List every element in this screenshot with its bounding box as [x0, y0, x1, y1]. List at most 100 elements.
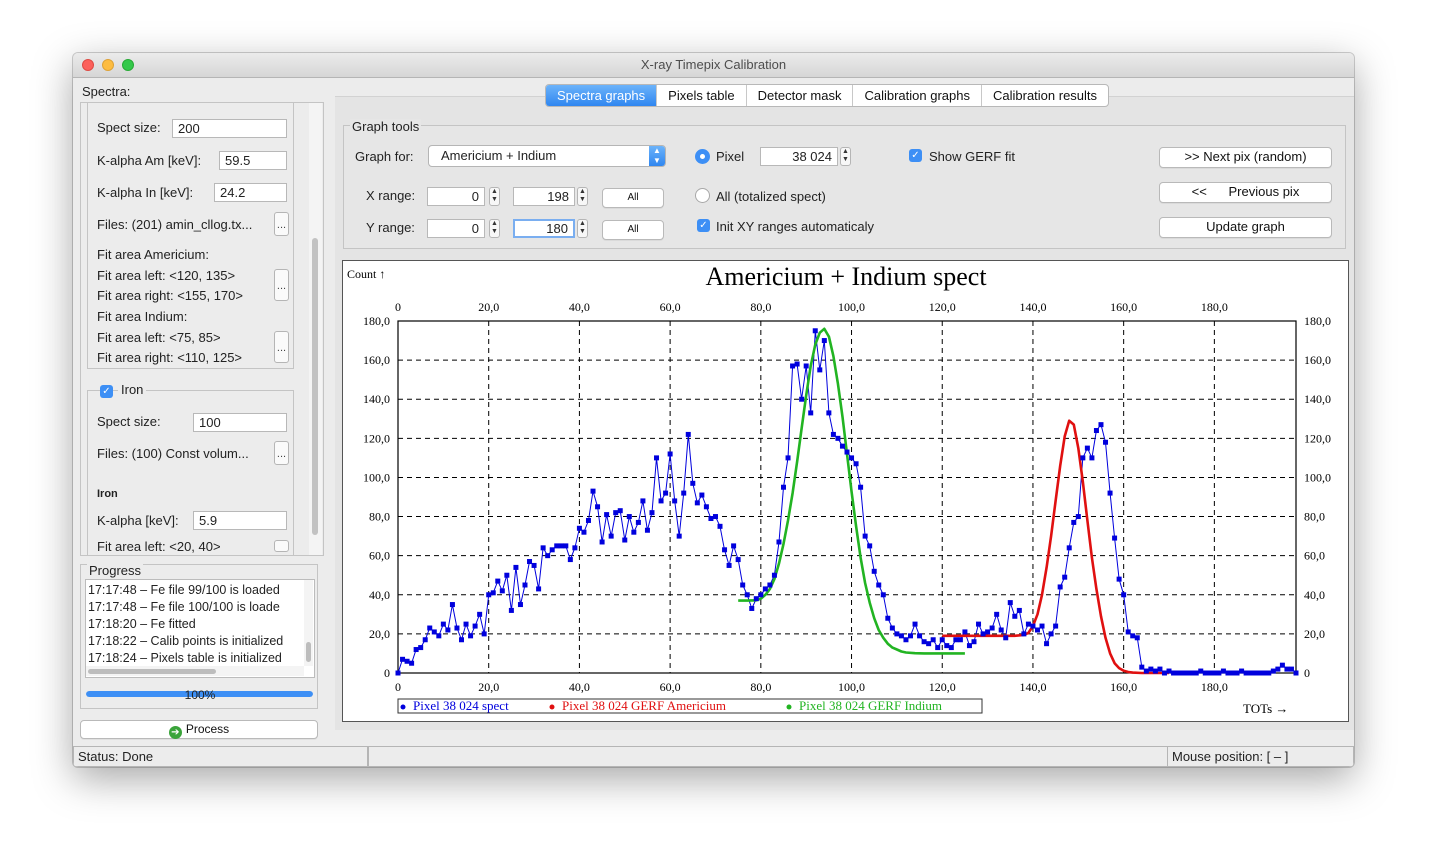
spect-data-point	[1239, 668, 1245, 674]
spect-data-point	[944, 643, 950, 649]
spect-data-point	[912, 621, 918, 627]
graph-for-select[interactable]: Americium + Indium ▲ ▼	[428, 145, 666, 167]
x-max-field[interactable]: 198	[513, 187, 575, 206]
spect-data-point	[1216, 670, 1222, 676]
pixel-field[interactable]: 38 024	[760, 147, 838, 166]
pixel-radio[interactable]	[695, 149, 710, 164]
spect-data-point	[907, 633, 913, 639]
spect-data-point	[1062, 574, 1068, 580]
update-graph-button[interactable]: Update graph	[1159, 217, 1332, 238]
spect-data-point	[576, 525, 582, 531]
spect-data-point	[939, 637, 945, 643]
spect-data-point	[1044, 641, 1050, 647]
spectrum-graph[interactable]: Americium + Indium spect Count ↑ TOTs → 0 0 2…	[342, 260, 1349, 722]
graph-for-value: Americium + Indium	[441, 148, 557, 163]
spect-data-point	[1171, 670, 1177, 676]
log-horizontal-scrollbar[interactable]	[86, 666, 304, 676]
log-vertical-scrollbar[interactable]	[304, 580, 313, 666]
title-bar: X-ray Timepix Calibration	[73, 53, 1354, 78]
iron-fit-edit-button[interactable]	[274, 540, 289, 552]
spect-data-point	[431, 629, 437, 635]
tab-detector-mask[interactable]: Detector mask	[745, 85, 853, 106]
spectra-scrollbar[interactable]	[309, 103, 322, 555]
spect-data-point	[749, 605, 755, 611]
spect-data-point	[1266, 670, 1272, 676]
spect-data-point	[477, 611, 483, 617]
pixel-spinner[interactable]: ▲ ▼	[840, 147, 851, 166]
all-totalized-radio[interactable]	[695, 188, 710, 203]
log-hscroll-thumb[interactable]	[88, 669, 216, 674]
spect-data-point	[880, 592, 886, 598]
x-max-spinner[interactable]: ▲ ▼	[577, 187, 588, 206]
spect-data-point	[1175, 670, 1181, 676]
process-button[interactable]: ➔ Process	[80, 720, 318, 739]
x-min-field[interactable]: 0	[427, 187, 485, 206]
init-xy-checkbox[interactable]: ✓	[697, 219, 710, 232]
tab-pixels-table[interactable]: Pixels table	[656, 85, 745, 106]
spect-data-point	[527, 559, 533, 565]
k-alpha-in-field[interactable]: 24.2	[214, 183, 287, 202]
spect-data-point	[867, 543, 873, 549]
fit-in-edit-button[interactable]: ...	[274, 331, 289, 363]
y-min-spinner[interactable]: ▲ ▼	[489, 219, 500, 238]
x-tick-label-top: 120,0	[929, 300, 956, 314]
spect-data-point	[1098, 422, 1104, 428]
spect-data-point	[712, 514, 718, 520]
x-range-all-button[interactable]: All	[602, 188, 664, 208]
spect-data-point	[1016, 607, 1022, 613]
spect-data-point	[735, 557, 741, 563]
show-gerf-checkbox[interactable]: ✓	[909, 149, 922, 162]
spect-data-point	[830, 431, 836, 437]
previous-pix-button[interactable]: << Previous pix	[1159, 182, 1332, 203]
spect-data-point	[499, 588, 505, 594]
x-min-spinner[interactable]: ▲ ▼	[489, 187, 500, 206]
spect-data-point	[513, 564, 519, 570]
progress-log: 17:17:48 – Fe file 99/100 is loaded 17:1…	[85, 579, 315, 678]
next-pix-button[interactable]: >> Next pix (random)	[1159, 147, 1332, 168]
y-min-field[interactable]: 0	[427, 219, 485, 238]
y-range-all-button[interactable]: All	[602, 220, 664, 240]
status-text: Status: Done	[73, 746, 368, 767]
spect-size-field[interactable]: 200	[172, 119, 287, 138]
iron-files-browse-button[interactable]: ...	[274, 441, 289, 465]
y-tick-label-right: 120,0	[1304, 431, 1331, 445]
y-max-spinner[interactable]: ▲ ▼	[577, 219, 588, 238]
spect-data-point	[808, 410, 814, 416]
spect-data-point	[1248, 670, 1254, 676]
fit-am-edit-button[interactable]: ...	[274, 269, 289, 301]
spect-data-point	[921, 639, 927, 645]
spect-data-point	[458, 637, 464, 643]
y-max-field[interactable]: 180	[513, 219, 575, 238]
spect-data-point	[1293, 670, 1299, 676]
k-alpha-in-label: K-alpha In [keV]:	[97, 185, 194, 200]
iron-spect-size-field[interactable]: 100	[193, 413, 287, 432]
spect-data-point	[1220, 668, 1226, 674]
spectra-scroll-thumb[interactable]	[312, 238, 318, 535]
iron-fit-area-left: Fit area left: <20, 40>	[97, 539, 221, 554]
spect-data-point	[1053, 623, 1059, 629]
spect-data-point	[1193, 670, 1199, 676]
spect-data-point	[794, 361, 800, 367]
files-browse-button[interactable]: ...	[274, 212, 289, 236]
iron-title: Iron	[118, 382, 147, 397]
x-tick-label-top: 0	[395, 300, 401, 314]
log-line: 17:18:24 – Pixels table is initialized	[88, 651, 282, 665]
k-alpha-am-field[interactable]: 59.5	[219, 151, 287, 170]
x-tick-label-top: 60,0	[660, 300, 681, 314]
tab-calibration-results[interactable]: Calibration results	[980, 85, 1108, 106]
iron-k-alpha-field[interactable]: 5.9	[193, 511, 287, 530]
spect-data-point	[971, 639, 977, 645]
spect-data-point	[1143, 668, 1149, 674]
spect-data-point	[1225, 670, 1231, 676]
legend-marker	[400, 704, 406, 710]
y-tick-label-right: 100,0	[1304, 470, 1331, 484]
tab-calibration-graphs[interactable]: Calibration graphs	[852, 85, 981, 106]
spect-data-point	[617, 508, 623, 514]
log-vscroll-thumb[interactable]	[306, 642, 311, 662]
spect-data-point	[449, 602, 455, 608]
iron-checkbox[interactable]: ✓	[100, 385, 113, 398]
spect-data-point	[472, 623, 478, 629]
spect-data-point	[463, 621, 469, 627]
spect-data-point	[985, 629, 991, 635]
tab-spectra-graphs[interactable]: Spectra graphs	[546, 85, 657, 106]
